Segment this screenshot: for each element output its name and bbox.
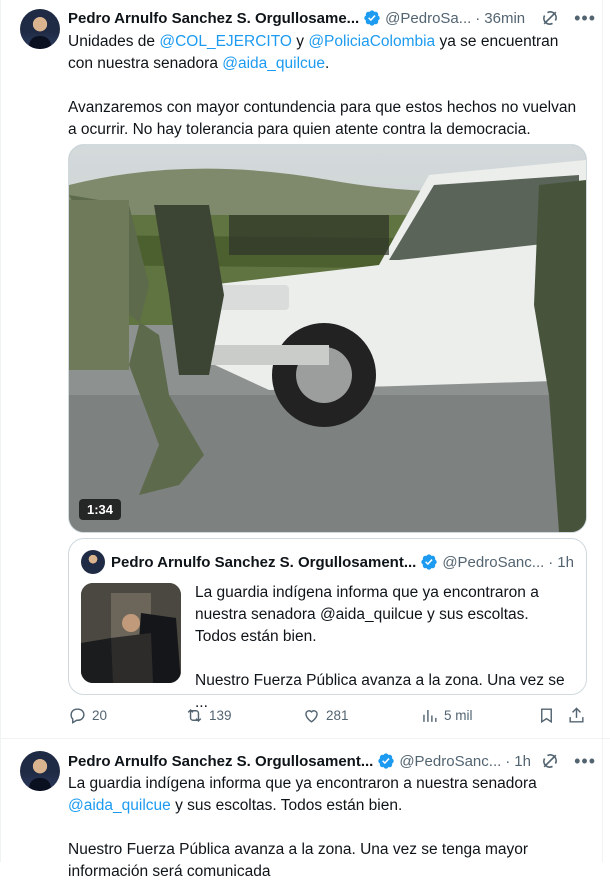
repost-button[interactable]: 139 [185,706,232,725]
quoted-paragraph: La guardia indígena informa que ya encon… [195,584,539,645]
like-button[interactable]: 281 [302,706,349,725]
avatar[interactable] [20,9,60,49]
avatar[interactable] [20,751,60,791]
tweet-paragraph: Nuestro Fuerza Pública avanza a la zona.… [68,841,529,880]
author-name[interactable]: Pedro Arnulfo Sanchez S. Orgullosament..… [68,753,373,770]
bookmark-button[interactable] [537,706,561,725]
more-options-icon[interactable]: ••• [574,751,596,772]
mention-link[interactable]: @aida_quilcue [68,797,171,814]
reply-button[interactable]: 20 [68,706,107,725]
like-count: 281 [326,708,349,723]
tweet-paragraph: Avanzaremos con mayor contundencia para … [68,99,577,138]
author-handle[interactable]: @PedroSanc... [442,554,544,571]
tweet[interactable]: Pedro Arnulfo Sanchez S. Orgullosament..… [0,739,610,880]
video-player[interactable]: 1:34 [68,144,587,533]
verified-badge-icon[interactable] [420,553,438,571]
thumbnail-image [81,583,181,683]
repost-icon [187,708,202,723]
tweet-actions: 20 139 281 5 mil [68,706,588,726]
text-segment: La guardia indígena informa que ya encon… [68,775,537,792]
mention-link[interactable]: @PoliciaColombia [308,33,435,50]
quoted-media-thumbnail[interactable] [81,583,181,683]
bookmark-icon [541,708,552,724]
verified-badge-icon[interactable] [377,752,395,770]
verified-badge-icon[interactable] [363,9,381,27]
views-chart-icon [423,709,437,722]
avatar[interactable] [81,550,105,574]
video-duration: 1:34 [79,499,122,520]
quoted-tweet-header: Pedro Arnulfo Sanchez S. Orgullosament..… [111,551,574,573]
share-icon [569,707,584,723]
reply-icon [70,708,85,724]
separator-dot: · [505,752,511,770]
share-button[interactable] [567,706,591,725]
timestamp[interactable]: 36min [484,10,525,27]
author-name[interactable]: Pedro Arnulfo Sanchez S. Orgullosame... [68,10,359,27]
tweet[interactable]: Pedro Arnulfo Sanchez S. Orgullosame... … [0,0,610,738]
mention-link[interactable]: @aida_quilcue [222,55,325,72]
tweet-text: La guardia indígena informa que ya encon… [68,773,586,883]
separator-dot: · [548,553,554,571]
separator-dot: · [475,9,481,27]
reply-count: 20 [92,708,108,723]
timestamp[interactable]: 1h [557,554,574,571]
author-name[interactable]: Pedro Arnulfo Sanchez S. Orgullosament..… [111,554,416,571]
quoted-tweet[interactable]: Pedro Arnulfo Sanchez S. Orgullosament..… [68,538,587,711]
repost-count: 139 [209,708,232,723]
tweet-header: Pedro Arnulfo Sanchez S. Orgullosame... … [68,7,596,29]
text-segment: . [325,55,330,72]
grok-icon[interactable] [540,751,560,771]
text-segment: y sus escoltas. Todos están bien. [170,797,403,814]
tweet-text: Unidades de @COL_EJERCITO y @PoliciaColo… [68,31,586,141]
timestamp[interactable]: 1h [514,753,531,770]
heart-icon [305,710,318,723]
more-options-icon[interactable]: ••• [574,8,596,29]
views-count: 5 mil [444,708,473,723]
author-handle[interactable]: @PedroSanc... [399,753,501,770]
author-handle[interactable]: @PedroSa... [385,10,471,27]
video-frame [69,145,586,532]
mention-link[interactable]: @COL_EJERCITO [159,33,292,50]
grok-icon[interactable] [540,8,560,28]
quoted-tweet-text: La guardia indígena informa que ya encon… [195,582,574,714]
views-button[interactable]: 5 mil [420,706,473,725]
text-segment: Unidades de [68,33,160,50]
tweet-header: Pedro Arnulfo Sanchez S. Orgullosament..… [68,750,596,772]
text-segment: y [291,33,309,50]
